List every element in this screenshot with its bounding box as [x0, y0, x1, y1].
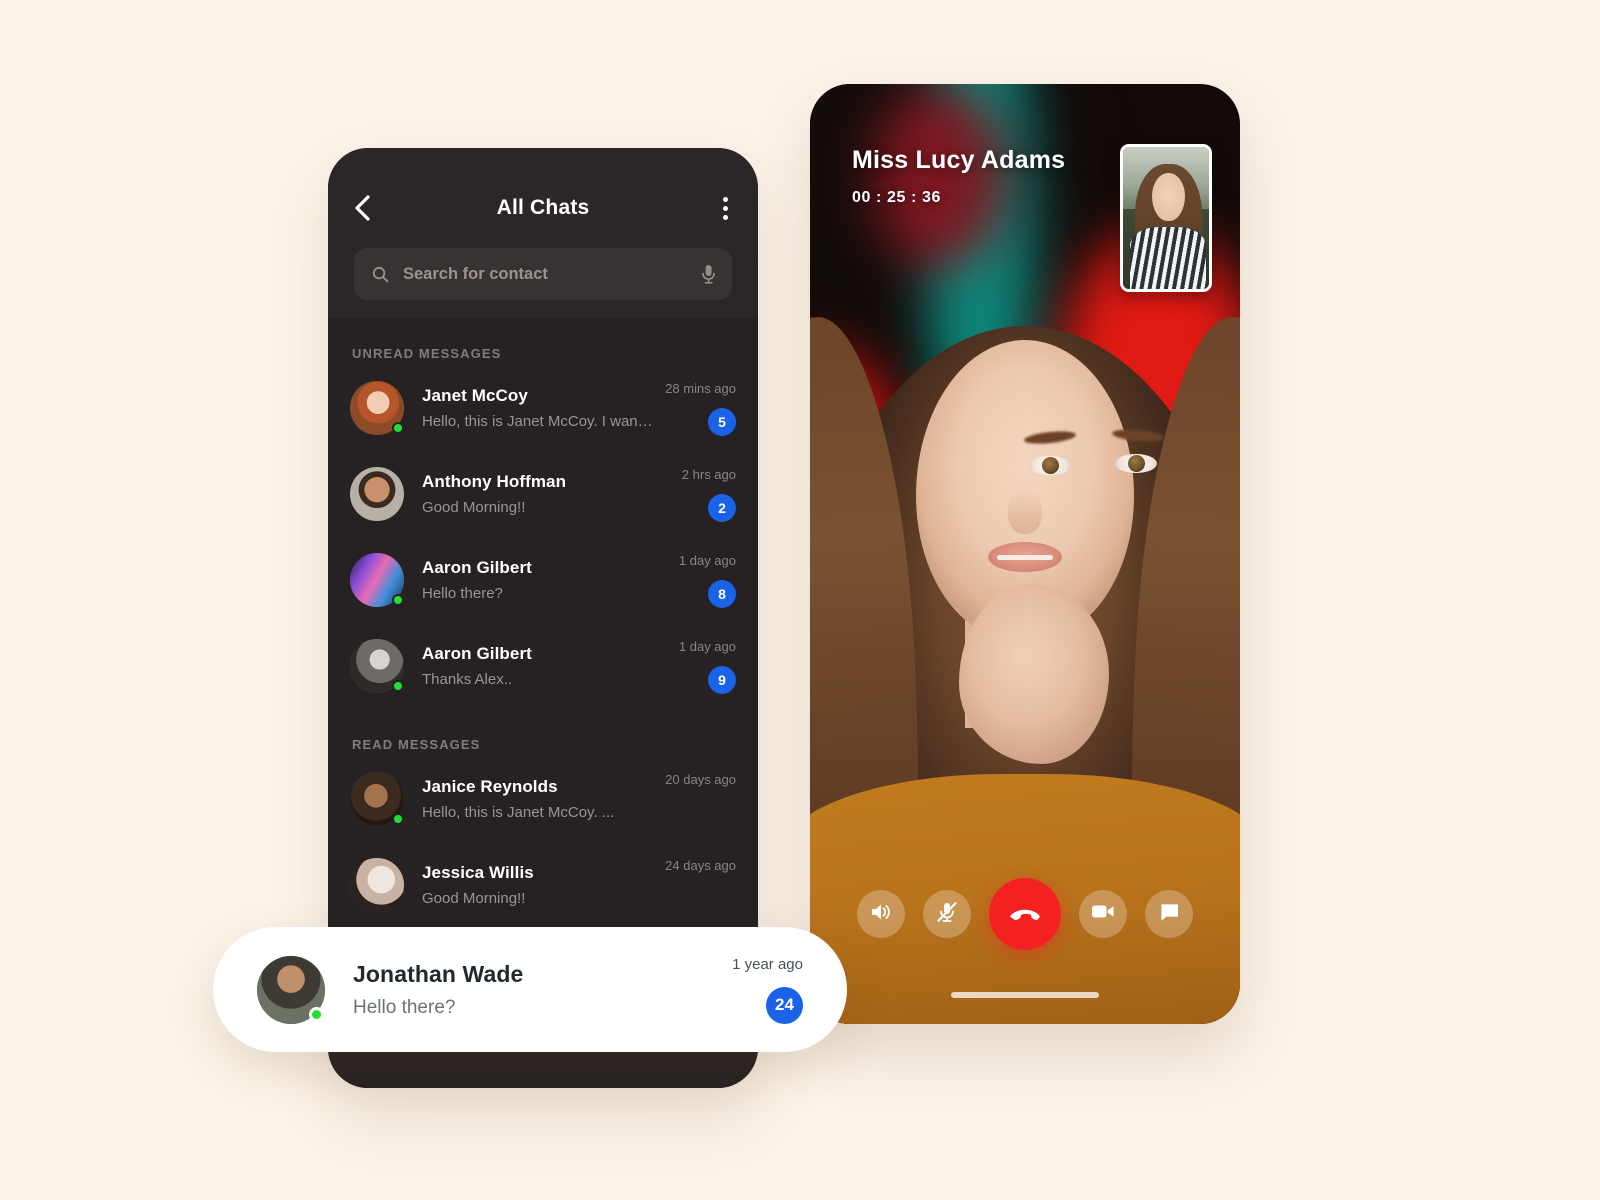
contact-name: Janet McCoy: [422, 386, 528, 405]
table-row[interactable]: Janice Reynolds Hello, this is Janet McC…: [350, 756, 736, 842]
floating-notification-card[interactable]: Jonathan Wade Hello there? 1 year ago 24: [213, 927, 847, 1052]
message-preview: Hello there?: [422, 585, 503, 602]
contact-name: Jonathan Wade: [353, 960, 524, 987]
search-icon: [372, 266, 389, 283]
contact-name: Aaron Gilbert: [422, 644, 532, 663]
avatar: [350, 772, 404, 826]
chat-bubble-icon: [1159, 902, 1180, 927]
page-title: All Chats: [496, 196, 590, 219]
table-row[interactable]: Aaron Gilbert Hello there? 1 day ago 8: [350, 537, 736, 623]
online-status-dot: [392, 422, 404, 434]
unread-badge: 24: [766, 986, 803, 1024]
timestamp: 1 day ago: [678, 638, 736, 654]
chevron-left-icon[interactable]: [354, 195, 388, 221]
message-preview: Hello there?: [353, 996, 456, 1018]
caller-name: Miss Lucy Adams: [852, 146, 1066, 174]
unread-badge: 2: [708, 493, 736, 522]
timestamp: 24 days ago: [665, 857, 736, 873]
timestamp: 20 days ago: [665, 771, 736, 787]
mute-button[interactable]: [923, 890, 971, 938]
message-preview: Good Morning!!: [422, 890, 526, 907]
table-row[interactable]: Aaron Gilbert Thanks Alex.. 1 day ago 9: [350, 623, 736, 709]
video-button[interactable]: [1079, 890, 1127, 938]
message-preview: Hello, this is Janet McCoy. I want ...: [422, 413, 656, 430]
microphone-icon[interactable]: [701, 264, 716, 285]
avatar: [257, 955, 325, 1024]
speaker-button[interactable]: [857, 890, 905, 938]
table-row[interactable]: Jessica Willis Good Morning!! 24 days ag…: [350, 842, 736, 928]
online-status-dot: [392, 813, 404, 825]
unread-badge: 8: [708, 579, 736, 608]
unread-badge: 5: [708, 407, 736, 436]
speaker-icon: [870, 902, 892, 927]
online-status-dot: [309, 1006, 324, 1022]
contact-name: Aaron Gilbert: [422, 558, 532, 577]
unread-badge: 9: [708, 665, 736, 694]
timestamp: 1 year ago: [732, 955, 803, 973]
avatar: [350, 553, 404, 607]
avatar: [350, 467, 404, 521]
message-preview: Thanks Alex..: [422, 671, 513, 688]
avatar: [350, 858, 404, 912]
call-timer: 00 : 25 : 36: [852, 189, 942, 206]
home-indicator: [951, 992, 1099, 998]
video-call-phone: Miss Lucy Adams 00 : 25 : 36: [810, 84, 1240, 1024]
phone-hangup-icon: [1008, 902, 1042, 927]
page-root: All Chats Search for contact UNREAD MESS…: [0, 0, 1600, 1200]
section-header-read: READ MESSAGES: [352, 737, 481, 752]
kebab-menu-icon[interactable]: [698, 196, 732, 220]
avatar: [350, 639, 404, 693]
contact-name: Anthony Hoffman: [422, 472, 567, 491]
call-info: Miss Lucy Adams 00 : 25 : 36: [852, 146, 1065, 207]
end-call-button[interactable]: [989, 878, 1061, 950]
table-row[interactable]: Janet McCoy Hello, this is Janet McCoy. …: [350, 365, 736, 451]
video-camera-icon: [1091, 903, 1115, 925]
message-preview: Hello, this is Janet McCoy. ...: [422, 804, 615, 821]
contact-name: Jessica Willis: [422, 863, 534, 882]
online-status-dot: [392, 594, 404, 606]
chat-button[interactable]: [1145, 890, 1193, 938]
timestamp: 28 mins ago: [665, 380, 736, 396]
avatar: [350, 381, 404, 435]
section-header-unread: UNREAD MESSAGES: [352, 346, 502, 361]
message-preview: Good Morning!!: [422, 499, 526, 516]
microphone-muted-icon: [936, 901, 958, 928]
self-view-pip[interactable]: [1120, 144, 1212, 292]
online-status-dot: [392, 680, 404, 692]
timestamp: 1 day ago: [678, 552, 736, 568]
chat-header: All Chats Search for contact: [328, 148, 758, 318]
call-controls: [810, 878, 1240, 950]
table-row[interactable]: Anthony Hoffman Good Morning!! 2 hrs ago…: [350, 451, 736, 537]
search-placeholder: Search for contact: [403, 264, 548, 283]
contact-name: Janice Reynolds: [422, 777, 558, 796]
search-input[interactable]: Search for contact: [354, 248, 732, 300]
timestamp: 2 hrs ago: [681, 466, 736, 482]
